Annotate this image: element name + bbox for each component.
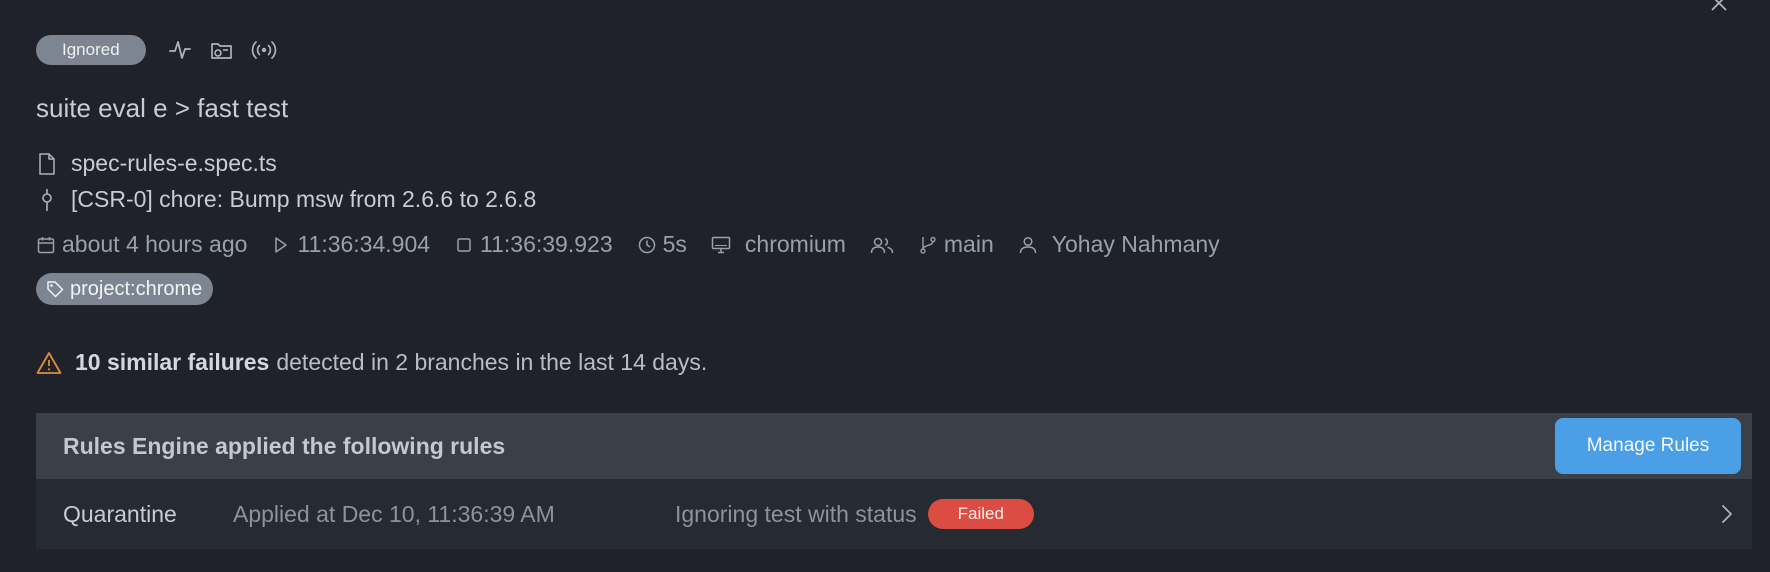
rule-row-quarantine[interactable]: Quarantine Applied at Dec 10, 11:36:39 A…: [36, 479, 1752, 549]
clock-icon: [637, 235, 657, 255]
relative-time: about 4 hours ago: [36, 231, 247, 258]
commit-message[interactable]: [CSR-0] chore: Bump msw from 2.6.6 to 2.…: [71, 186, 536, 213]
status-badge: Ignored: [36, 35, 146, 65]
header-toolbar: Ignored: [36, 35, 280, 65]
activity-icon[interactable]: [164, 35, 196, 65]
monitor-icon: [711, 235, 731, 255]
rule-name: Quarantine: [63, 500, 177, 527]
end-time: 11:36:39.923: [454, 231, 613, 258]
chevron-right-icon[interactable]: [1720, 503, 1734, 525]
browser: chromium: [711, 231, 846, 258]
file-name[interactable]: spec-rules-e.spec.ts: [71, 150, 277, 177]
calendar-icon: [36, 235, 56, 255]
project-tag[interactable]: project:chrome: [36, 273, 214, 305]
similar-failures-detail: detected in 2 branches in the last 14 da…: [276, 349, 708, 375]
play-icon: [271, 235, 291, 255]
similar-failures-warning: 10 similar failures detected in 2 branch…: [36, 349, 707, 376]
rule-description: Ignoring test with status: [675, 500, 917, 527]
test-title: suite eval e > fast test: [36, 93, 289, 123]
user-icon: [1018, 235, 1038, 255]
close-icon[interactable]: [1708, 0, 1730, 16]
meta-row: about 4 hours ago 11:36:34.904 11:36:39.…: [36, 231, 1244, 258]
file-row: spec-rules-e.spec.ts: [36, 150, 277, 177]
branch: main: [918, 231, 994, 258]
file-icon: [36, 152, 58, 176]
manage-rules-button[interactable]: Manage Rules: [1555, 418, 1741, 474]
warning-icon: [36, 350, 62, 376]
contributors: [870, 235, 900, 255]
similar-failures-count[interactable]: 10 similar failures: [75, 349, 269, 376]
rule-applied-at: Applied at Dec 10, 11:36:39 AM: [233, 500, 555, 527]
commit-row: [CSR-0] chore: Bump msw from 2.6.6 to 2.…: [36, 186, 536, 213]
author: Yohay Nahmany: [1018, 231, 1220, 258]
stop-icon: [454, 235, 474, 255]
commit-icon: [36, 188, 58, 212]
rules-engine-header: Rules Engine applied the following rules…: [36, 413, 1752, 479]
rules-engine-panel: Rules Engine applied the following rules…: [36, 413, 1752, 549]
broadcast-icon[interactable]: [248, 35, 280, 65]
camera-folder-icon[interactable]: [206, 35, 238, 65]
git-branch-icon: [918, 235, 938, 255]
start-time: 11:36:34.904: [271, 231, 430, 258]
tag-icon: [46, 280, 64, 298]
users-icon: [870, 235, 894, 255]
duration: 5s: [637, 231, 687, 258]
status-badge-failed: Failed: [927, 499, 1034, 529]
rules-engine-title: Rules Engine applied the following rules: [63, 432, 506, 459]
